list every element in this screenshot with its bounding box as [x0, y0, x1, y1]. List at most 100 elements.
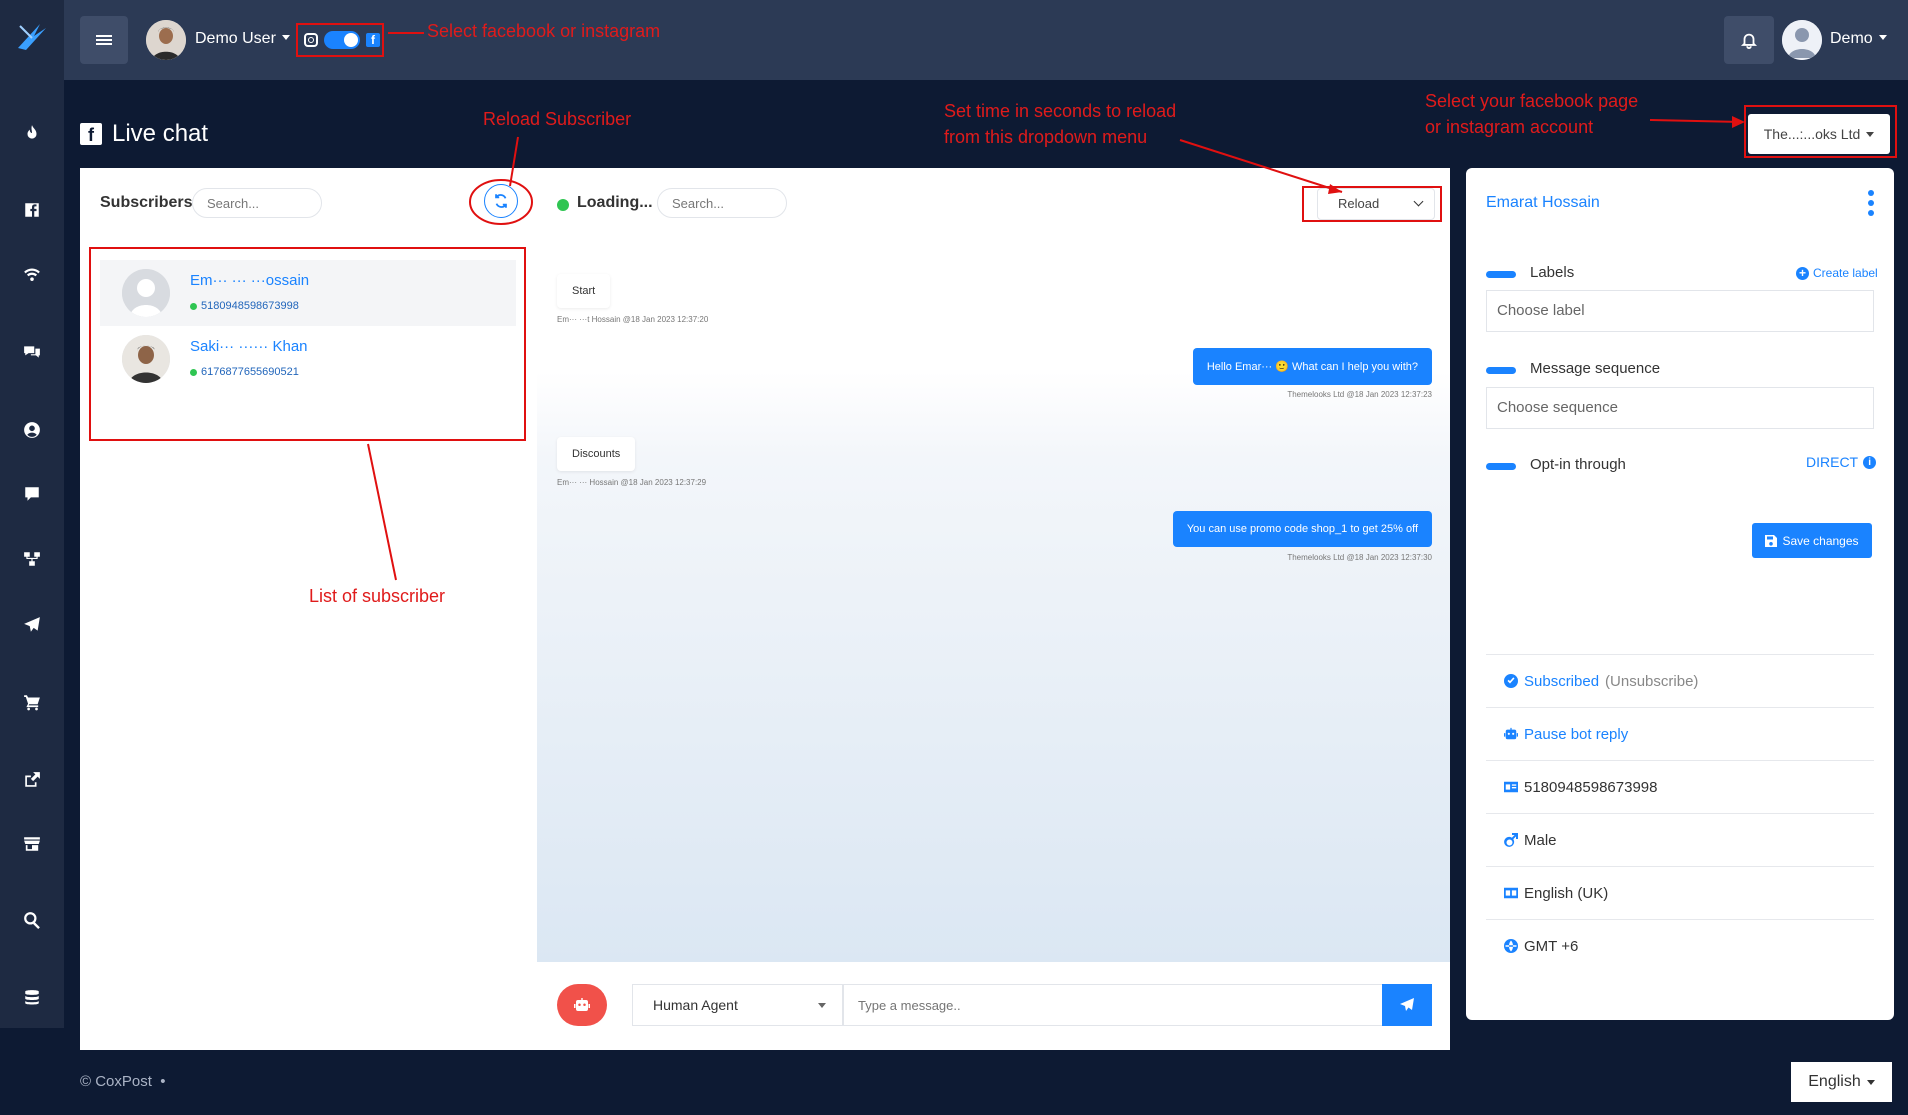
chat-bubbles-icon[interactable]: [14, 334, 50, 370]
online-status-dot: [190, 302, 197, 310]
subscriber-search-input[interactable]: [192, 188, 322, 218]
user-avatar[interactable]: [146, 20, 186, 60]
more-options-icon[interactable]: [1866, 190, 1876, 216]
reload-subscribers-button[interactable]: [484, 184, 518, 218]
wifi-icon[interactable]: [14, 256, 50, 292]
user-circle-icon[interactable]: [14, 412, 50, 448]
facebook-icon[interactable]: [14, 192, 50, 228]
male-icon: [1504, 833, 1518, 847]
optin-title: Opt-in through: [1530, 456, 1626, 473]
platform-switch[interactable]: f: [296, 23, 388, 57]
reload-interval-select[interactable]: Reload: [1317, 188, 1435, 220]
label-select[interactable]: Choose label: [1486, 290, 1874, 332]
account-menu[interactable]: Demo: [1830, 30, 1887, 48]
sidebar: [0, 0, 64, 1028]
check-circle-icon: [1504, 674, 1518, 688]
bot-toggle-button[interactable]: [557, 984, 607, 1026]
refresh-icon: [495, 194, 507, 208]
page-selector[interactable]: The...:...oks Ltd: [1748, 114, 1890, 154]
subscription-status: Subscribed (Unsubscribe): [1486, 654, 1874, 707]
fire-icon[interactable]: [14, 115, 50, 151]
section-marker: [1486, 463, 1516, 470]
chat-panel: Loading... Reload Start Em··· ···t Hossa…: [537, 168, 1450, 1050]
share-square-icon[interactable]: [14, 762, 50, 798]
store-icon[interactable]: [14, 826, 50, 862]
robot-icon: [574, 998, 590, 1011]
user-menu[interactable]: Demo User: [195, 30, 290, 48]
subscriber-name: Em··· ··· ···ossain: [190, 272, 310, 289]
section-marker: [1486, 367, 1516, 374]
optin-value: DIRECT i: [1806, 454, 1877, 470]
cart-icon[interactable]: [14, 684, 50, 720]
top-bar: Demo User f Demo: [64, 0, 1908, 80]
database-icon[interactable]: [14, 979, 50, 1015]
chat-status: Loading...: [577, 194, 653, 211]
subscribers-panel: Subscribers Em··· ··· ···ossain 51809485…: [80, 168, 537, 1050]
agent-select[interactable]: Human Agent: [632, 984, 843, 1026]
platform-toggle[interactable]: [324, 31, 360, 49]
message-meta: Em··· ··· Hossain @18 Jan 2023 12:37:29: [557, 478, 707, 487]
incoming-message: Start: [557, 274, 611, 308]
language-row: English (UK): [1486, 866, 1874, 919]
subscriber-avatar: [122, 335, 170, 383]
subscriber-info-panel: Emarat Hossain Labels + Create label Cho…: [1466, 168, 1894, 1020]
globe-icon: [1504, 939, 1518, 953]
section-marker: [1486, 271, 1516, 278]
timezone-row: GMT +6: [1486, 919, 1874, 972]
notifications-button[interactable]: [1724, 16, 1774, 64]
search-icon[interactable]: [14, 902, 50, 938]
facebook-icon: f: [80, 123, 102, 145]
paper-plane-icon[interactable]: [14, 607, 50, 643]
unsubscribe-link[interactable]: (Unsubscribe): [1605, 673, 1698, 690]
subscriber-full-name[interactable]: Emarat Hossain: [1486, 194, 1600, 212]
info-icon[interactable]: i: [1863, 455, 1877, 469]
page-title: f Live chat: [80, 120, 208, 148]
app-logo-icon[interactable]: [14, 18, 50, 54]
message-meta: Em··· ···t Hossain @18 Jan 2023 12:37:20: [557, 315, 709, 324]
language-selector[interactable]: English: [1791, 1062, 1892, 1102]
create-label-button[interactable]: + Create label: [1796, 266, 1878, 280]
annotation-reload-subscriber: Reload Subscriber: [483, 109, 632, 129]
online-status-dot: [190, 368, 197, 376]
bell-icon: [1740, 33, 1758, 49]
hamburger-icon: [96, 33, 112, 47]
save-changes-button[interactable]: Save changes: [1752, 523, 1872, 558]
sequence-title: Message sequence: [1530, 360, 1661, 377]
comment-icon[interactable]: [14, 476, 50, 512]
account-avatar[interactable]: [1782, 20, 1822, 60]
flow-icon[interactable]: [14, 541, 50, 577]
outgoing-message: Hello Emar··· 🙂 What can I help you with…: [1192, 348, 1432, 385]
save-icon: [1765, 534, 1778, 547]
message-input[interactable]: [843, 984, 1383, 1026]
labels-title: Labels: [1530, 264, 1575, 281]
sequence-select[interactable]: Choose sequence: [1486, 387, 1874, 429]
subscribers-label: Subscribers: [100, 194, 193, 211]
robot-icon: [1504, 727, 1518, 740]
annotation-reload-time-1: Set time in seconds to reload: [944, 101, 1177, 121]
annotation-page-select-1: Select your facebook page: [1425, 91, 1639, 111]
message-meta: Themelooks Ltd @18 Jan 2023 12:37:23: [1287, 390, 1432, 399]
chevron-down-icon: [1413, 196, 1424, 207]
subscriber-avatar: [122, 269, 170, 317]
facebook-icon[interactable]: f: [366, 33, 380, 47]
chat-messages: Start Em··· ···t Hossain @18 Jan 2023 12…: [537, 242, 1450, 962]
send-button[interactable]: [1382, 984, 1432, 1026]
language-icon: [1504, 887, 1518, 899]
subscriber-name: Saki··· ······ Khan: [190, 338, 308, 355]
id-card-icon: [1504, 781, 1518, 793]
subscriber-id-row: 5180948598673998: [1486, 760, 1874, 813]
chat-header: Loading... Reload: [537, 168, 1450, 242]
status-dot: [557, 199, 569, 211]
gender-row: Male: [1486, 813, 1874, 866]
incoming-message: Discounts: [557, 437, 636, 471]
subscriber-item[interactable]: Em··· ··· ···ossain 5180948598673998: [100, 260, 516, 326]
subscriber-item[interactable]: Saki··· ······ Khan 6176877655690521: [100, 326, 516, 392]
annotation-reload-time-2: from this dropdown menu: [944, 127, 1148, 147]
subscriber-id: 5180948598673998: [190, 300, 299, 312]
menu-toggle-button[interactable]: [80, 16, 128, 64]
pause-bot-reply[interactable]: Pause bot reply: [1486, 707, 1874, 760]
chat-search-input[interactable]: [657, 188, 787, 218]
chat-composer: Human Agent: [537, 962, 1450, 1050]
instagram-icon[interactable]: [304, 33, 318, 47]
outgoing-message: You can use promo code shop_1 to get 25%…: [1172, 511, 1432, 547]
